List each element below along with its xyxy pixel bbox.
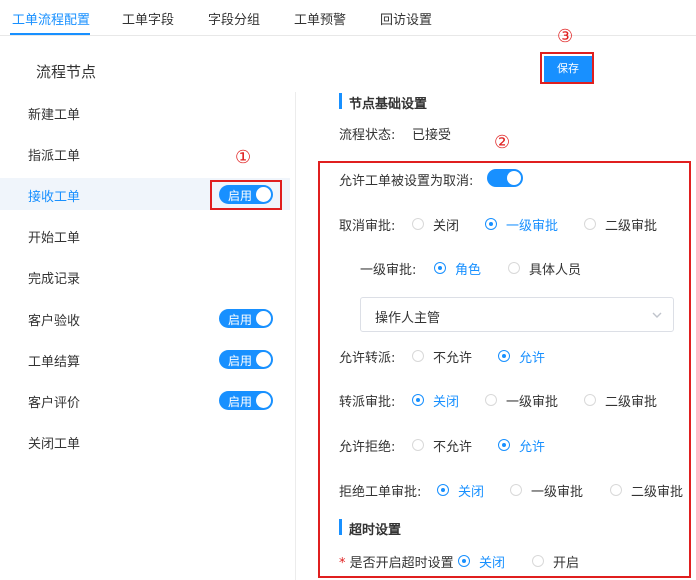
radio-circle [412, 350, 424, 362]
allow-cancel-label: 允许工单被设置为取消: [339, 174, 474, 189]
radio-label: 一级审批 [506, 395, 559, 410]
radio-circle [532, 555, 544, 567]
node-enable-toggle[interactable]: 启用 [219, 391, 273, 410]
radio-label: 开启 [553, 556, 580, 571]
toggle-label: 启用 [228, 189, 253, 203]
radio-circle [458, 555, 470, 567]
basic-settings-heading: 节点基础设置 [349, 97, 428, 112]
approver-role-select[interactable]: 操作人主管 [360, 297, 674, 332]
node-item-settlement[interactable]: 工单结算 启用 [0, 343, 290, 375]
status-label: 流程状态: [339, 128, 396, 143]
radio-label: 角色 [455, 263, 482, 278]
node-label: 指派工单 [28, 149, 81, 164]
level1-approval-label: 一级审批: [360, 263, 417, 278]
section-title: 流程节点 [36, 63, 97, 81]
tab-warnings[interactable]: 工单预警 [294, 9, 346, 28]
toggle-knob [256, 187, 271, 202]
heading-accent-bar [339, 93, 342, 109]
radio-label: 不允许 [433, 351, 473, 366]
radio-circle [412, 439, 424, 451]
radio-circle [437, 484, 449, 496]
node-label: 关闭工单 [28, 437, 81, 452]
radio-circle [485, 394, 497, 406]
cancel-approval-label: 取消审批: [339, 219, 396, 234]
top-tab-bar: 工单流程配置 工单字段 字段分组 工单预警 回访设置 [0, 0, 696, 36]
radio-label: 二级审批 [605, 219, 658, 234]
toggle-knob [256, 311, 271, 326]
annotation-marker-1: ① [235, 147, 252, 168]
allow-cancel-toggle[interactable] [487, 169, 523, 187]
timeout-label-text: 是否开启超时设置 [349, 556, 454, 571]
annotation-marker-2: ② [494, 132, 511, 153]
radio-label: 二级审批 [631, 485, 684, 500]
radio-label: 允许 [519, 351, 546, 366]
node-label: 工单结算 [28, 355, 81, 370]
allow-transfer-label: 允许转派: [339, 351, 396, 366]
radio-circle [584, 394, 596, 406]
reject-approval-label: 拒绝工单审批: [339, 485, 422, 500]
node-item-customer-acceptance[interactable]: 客户验收 启用 [0, 302, 290, 334]
tab-workflow-config[interactable]: 工单流程配置 [12, 9, 90, 28]
tab-revisit-settings[interactable]: 回访设置 [380, 9, 432, 28]
heading-accent-bar [339, 519, 342, 535]
node-item-customer-rating[interactable]: 客户评价 启用 [0, 384, 290, 416]
node-enable-toggle[interactable]: 启用 [219, 185, 273, 204]
node-item-close[interactable]: 关闭工单 [0, 425, 290, 457]
radio-label: 二级审批 [605, 395, 658, 410]
toggle-label: 启用 [228, 354, 253, 368]
tab-fields[interactable]: 工单字段 [122, 9, 174, 28]
node-label: 接收工单 [28, 190, 81, 205]
radio-circle [584, 218, 596, 230]
radio-circle [498, 350, 510, 362]
node-label: 客户评价 [28, 396, 81, 411]
radio-circle [412, 218, 424, 230]
node-label: 开始工单 [28, 231, 81, 246]
toggle-knob [507, 171, 521, 185]
radio-label: 一级审批 [531, 485, 584, 500]
radio-label: 一级审批 [506, 219, 559, 234]
node-item-start[interactable]: 开始工单 [0, 219, 290, 251]
tab-field-groups[interactable]: 字段分组 [208, 9, 260, 28]
radio-circle [485, 218, 497, 230]
transfer-approval-label: 转派审批: [339, 395, 396, 410]
radio-label: 关闭 [479, 556, 506, 571]
node-item-complete-record[interactable]: 完成记录 [0, 260, 290, 292]
toggle-knob [256, 352, 271, 367]
radio-label: 关闭 [433, 219, 460, 234]
required-mark: * [339, 556, 346, 571]
annotation-marker-3: ③ [557, 26, 574, 47]
node-label: 客户验收 [28, 314, 81, 329]
radio-circle [610, 484, 622, 496]
save-button[interactable]: 保存 [544, 56, 592, 82]
radio-label: 不允许 [433, 440, 473, 455]
timeout-settings-heading: 超时设置 [349, 523, 402, 538]
node-enable-toggle[interactable]: 启用 [219, 350, 273, 369]
node-item-receive[interactable]: 接收工单 启用 [0, 178, 290, 210]
select-value: 操作人主管 [375, 311, 441, 326]
active-tab-indicator [10, 33, 90, 35]
allow-reject-label: 允许拒绝: [339, 440, 396, 455]
radio-circle [510, 484, 522, 496]
toggle-knob [256, 393, 271, 408]
radio-label: 关闭 [458, 485, 485, 500]
radio-label: 具体人员 [529, 263, 582, 278]
radio-circle [508, 262, 520, 274]
status-value: 已接受 [412, 128, 452, 143]
toggle-label: 启用 [228, 395, 253, 409]
node-enable-toggle[interactable]: 启用 [219, 309, 273, 328]
toggle-label: 启用 [228, 313, 253, 327]
node-label: 新建工单 [28, 108, 81, 123]
radio-label: 关闭 [433, 395, 460, 410]
radio-label: 允许 [519, 440, 546, 455]
radio-circle [498, 439, 510, 451]
radio-circle [434, 262, 446, 274]
radio-circle [412, 394, 424, 406]
node-item-create[interactable]: 新建工单 [0, 96, 290, 128]
chevron-down-icon [652, 312, 662, 318]
timeout-enable-label: * 是否开启超时设置 [339, 552, 454, 571]
node-label: 完成记录 [28, 272, 81, 287]
